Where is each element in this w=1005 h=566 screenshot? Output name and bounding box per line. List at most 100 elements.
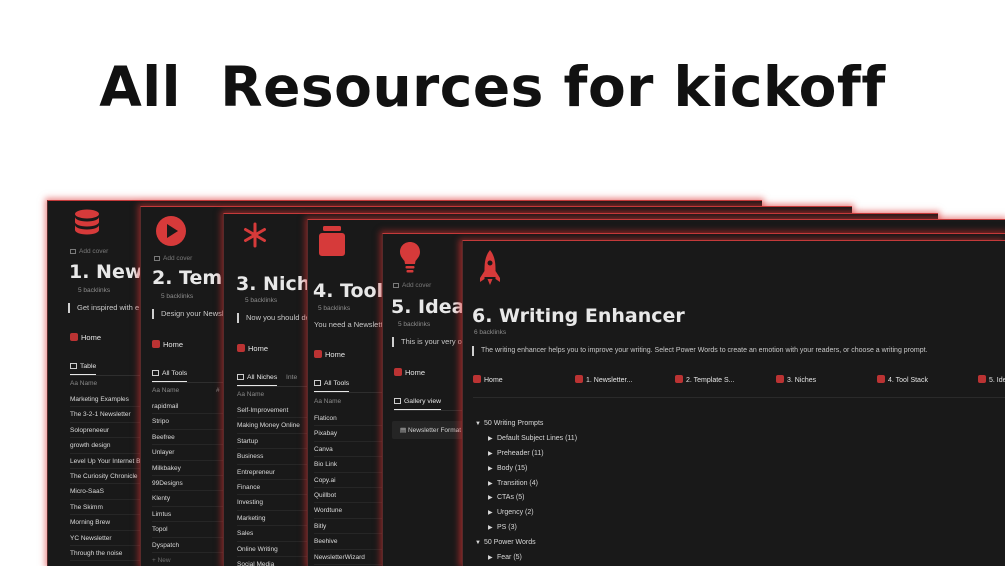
list-item-bitly[interactable]: Bitly — [314, 519, 382, 535]
list-item-pixabay[interactable]: Pixabay — [314, 426, 382, 442]
list-item-entrepreneur[interactable]: Entrepreneur — [237, 465, 307, 480]
backlinks-count[interactable]: 5 backlinks — [78, 287, 110, 294]
list-item-online-writing[interactable]: Online Writing — [237, 542, 307, 557]
list-item-startup[interactable]: Startup — [237, 434, 307, 450]
list-item-sales[interactable]: Sales — [237, 526, 307, 542]
home-link[interactable]: Home — [70, 333, 101, 342]
list-item-growth-design[interactable]: growth design — [70, 438, 142, 454]
column-header-name[interactable]: Aa Name — [237, 391, 264, 398]
column-header-name[interactable]: Aa Name — [70, 380, 97, 387]
list-item-beefree[interactable]: Beefree — [152, 430, 224, 446]
backlinks-count[interactable]: 5 backlinks — [245, 297, 277, 304]
gallery-icon — [394, 398, 401, 404]
list-item-morning-brew[interactable]: Morning Brew — [70, 515, 142, 531]
home-link[interactable]: Home — [152, 340, 183, 349]
toggle-item-fear-5[interactable]: ▶ Fear (5) — [475, 551, 577, 566]
list-item-investing[interactable]: Investing — [237, 495, 307, 511]
nav-link-2-template-s[interactable]: 2. Template S... — [675, 375, 735, 384]
toggle-closed-icon[interactable]: ▶ — [488, 432, 497, 447]
add-cover-button[interactable]: Add cover — [70, 248, 108, 255]
toggle-item-50-power-words[interactable]: ▼ 50 Power Words — [475, 536, 577, 551]
tab-all-tools[interactable]: All Tools — [314, 380, 350, 392]
backlinks-count[interactable]: 5 backlinks — [398, 321, 430, 328]
nav-link-4-tool-stack[interactable]: 4. Tool Stack — [877, 375, 928, 384]
page-description: Design your Newsl — [152, 309, 224, 319]
toggle-closed-icon[interactable]: ▶ — [488, 521, 497, 536]
panel-writing-enhancer[interactable]: 6. Writing Enhancer 6 backlinks The writ… — [462, 240, 1005, 566]
toggle-closed-icon[interactable]: ▶ — [488, 447, 497, 462]
tab-gallery-view[interactable]: Gallery view — [394, 398, 442, 410]
tab-all-tools[interactable]: All Tools — [152, 370, 188, 382]
backlinks-count[interactable]: 5 backlinks — [318, 305, 350, 312]
list-item-self-improvement[interactable]: Self-Improvement — [237, 403, 307, 419]
add-cover-button[interactable]: Add cover — [154, 255, 192, 262]
toggle-item-default-subject-lines-11[interactable]: ▶ Default Subject Lines (11) — [475, 432, 577, 447]
tab-secondary[interactable]: Inte — [286, 374, 297, 381]
toggle-item-ps-3[interactable]: ▶ PS (3) — [475, 521, 577, 536]
toggle-closed-icon[interactable]: ▶ — [488, 477, 497, 492]
toggle-closed-icon[interactable]: ▶ — [488, 551, 497, 566]
list-item-wordtune[interactable]: Wordtune — [314, 503, 382, 519]
list-item-limtus[interactable]: Limtus — [152, 507, 224, 523]
list-item-the-skimm[interactable]: The Skimm — [70, 500, 142, 516]
toggle-item-preheader-11[interactable]: ▶ Preheader (11) — [475, 447, 577, 462]
toggle-item-transition-4[interactable]: ▶ Transition (4) — [475, 477, 577, 492]
list-item-beehive[interactable]: Beehive — [314, 534, 382, 550]
page-link-icon — [675, 375, 683, 383]
nav-link-home[interactable]: Home — [473, 375, 503, 384]
list-item-micro-saas[interactable]: Micro-SaaS — [70, 484, 142, 500]
toggle-item-urgency-2[interactable]: ▶ Urgency (2) — [475, 506, 577, 521]
list-item-milkbakey[interactable]: Milkbakey — [152, 461, 224, 476]
list-item-social-media[interactable]: Social Media — [237, 557, 307, 566]
nav-link-3-niches[interactable]: 3. Niches — [776, 375, 816, 384]
toggle-item-body-15[interactable]: ▶ Body (15) — [475, 462, 577, 477]
toggle-closed-icon[interactable]: ▶ — [488, 491, 497, 506]
list-item-quillbot[interactable]: Quillbot — [314, 488, 382, 504]
toggle-closed-icon[interactable]: ▶ — [488, 506, 497, 521]
list-item-99designs[interactable]: 99Designs — [152, 476, 224, 492]
column-header-number[interactable]: # — [216, 387, 220, 394]
list-item-solopreneeur[interactable]: Solopreneeur — [70, 423, 142, 439]
gallery-card[interactable]: ▤ Newsletter Format — [392, 421, 470, 439]
list-item-the-curiosity-chronicle[interactable]: The Curiosity Chronicle — [70, 469, 142, 485]
list-item-canva[interactable]: Canva — [314, 442, 382, 458]
home-link[interactable]: Home — [237, 344, 268, 353]
list-item-newsletterwizard[interactable]: NewsletterWizard — [314, 550, 382, 565]
new-row-button[interactable]: + New — [152, 557, 171, 564]
nav-link-5-ide[interactable]: 5. Ide — [978, 375, 1005, 384]
toggle-closed-icon[interactable]: ▶ — [488, 462, 497, 477]
toggle-item-ctas-5[interactable]: ▶ CTAs (5) — [475, 491, 577, 506]
list-item-business[interactable]: Business — [237, 449, 307, 465]
nav-link-1-newsletter[interactable]: 1. Newsletter... — [575, 375, 632, 384]
list-item-making-money-online[interactable]: Making Money Online — [237, 418, 307, 434]
backlinks-count[interactable]: 6 backlinks — [474, 329, 506, 336]
list-item-the-3-2-1-newsletter[interactable]: The 3-2-1 Newsletter — [70, 407, 142, 423]
column-header-name[interactable]: Aa Name — [152, 387, 179, 394]
tab-table-view[interactable]: Table — [70, 363, 97, 375]
home-link[interactable]: Home — [394, 368, 425, 377]
tab-all-niches[interactable]: All Niches — [237, 374, 278, 386]
table-icon — [237, 374, 244, 380]
list-item-marketing-examples[interactable]: Marketing Examples — [70, 392, 142, 408]
column-header-name[interactable]: Aa Name — [314, 398, 341, 405]
list-item-bio-link[interactable]: Bio Link — [314, 457, 382, 473]
toggle-item-50-writing-prompts[interactable]: ▼ 50 Writing Prompts — [475, 417, 577, 432]
list-item-flaticon[interactable]: Flaticon — [314, 411, 382, 427]
list-item-topol[interactable]: Topol — [152, 522, 224, 538]
backlinks-count[interactable]: 5 backlinks — [161, 293, 193, 300]
toggle-open-icon[interactable]: ▼ — [475, 536, 484, 551]
list-item-rapidmail[interactable]: rapidmail — [152, 399, 224, 415]
list-item-marketing[interactable]: Marketing — [237, 511, 307, 527]
list-item-level-up-your-internet-b[interactable]: Level Up Your Internet B — [70, 454, 142, 469]
list-item-through-the-noise[interactable]: Through the noise — [70, 546, 142, 562]
list-item-klenty[interactable]: Klenty — [152, 491, 224, 507]
list-item-finance[interactable]: Finance — [237, 480, 307, 496]
home-link[interactable]: Home — [314, 350, 345, 359]
add-cover-button[interactable]: Add cover — [393, 282, 431, 289]
list-item-yc-newsletter[interactable]: YC Newsletter — [70, 531, 142, 546]
toggle-open-icon[interactable]: ▼ — [475, 417, 484, 432]
list-item-stripo[interactable]: Stripo — [152, 414, 224, 430]
list-item-dyspatch[interactable]: Dyspatch — [152, 538, 224, 553]
list-item-copy-ai[interactable]: Copy.ai — [314, 473, 382, 488]
list-item-unlayer[interactable]: Unlayer — [152, 445, 224, 461]
